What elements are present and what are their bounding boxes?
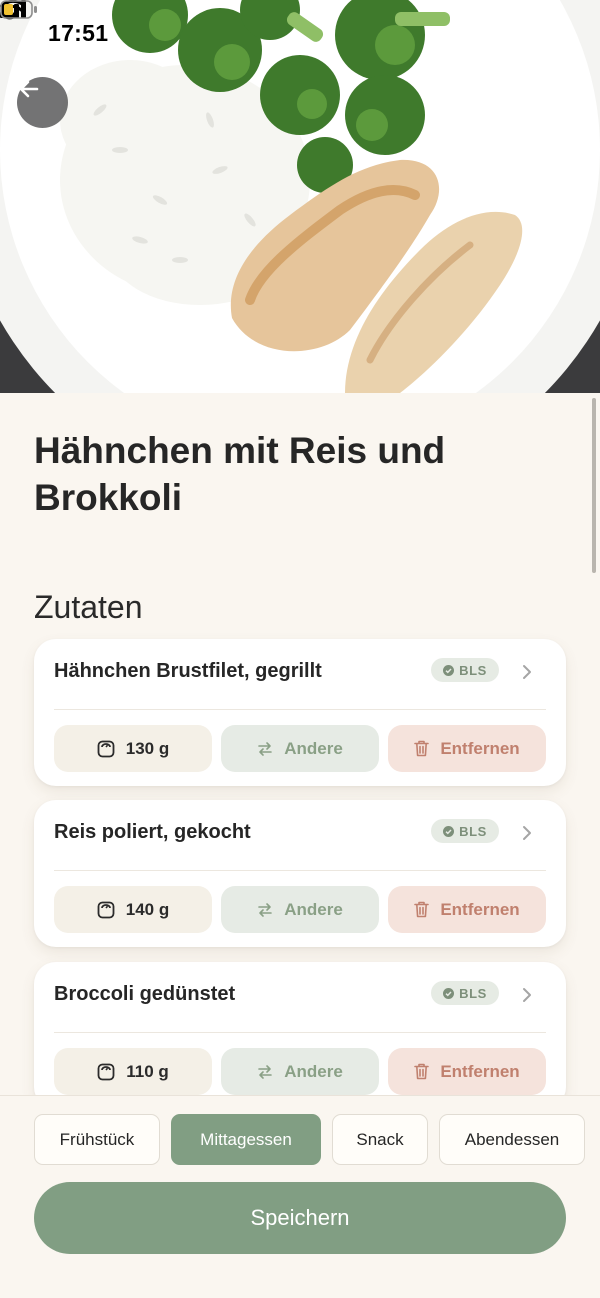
arrow-left-icon — [19, 80, 39, 98]
ingredient-card[interactable]: Broccoli gedünstet BLS 110 g Andere Entf… — [34, 962, 566, 1109]
ingredient-name[interactable]: Broccoli gedünstet — [54, 983, 235, 1006]
replace-button[interactable]: Andere — [221, 1048, 379, 1095]
check-circle-icon — [443, 825, 455, 837]
bls-badge: BLS — [431, 658, 499, 682]
remove-button[interactable]: Entfernen — [388, 1048, 546, 1095]
ingredient-actions: 110 g Andere Entfernen — [54, 1048, 546, 1095]
trash-icon — [414, 740, 430, 757]
swap-icon — [258, 741, 273, 756]
ingredient-name[interactable]: Reis poliert, gekocht — [54, 821, 251, 844]
ingredient-actions: 130 g Andere Entfernen — [54, 725, 546, 772]
status-time: 17:51 — [0, 1, 108, 47]
scale-icon — [97, 901, 115, 918]
bls-badge: BLS — [431, 981, 499, 1005]
tab-snack[interactable]: Snack — [332, 1114, 428, 1165]
divider — [54, 1032, 546, 1033]
status-bar: 17:51 — [0, 0, 600, 66]
trash-icon — [414, 1063, 430, 1080]
save-button[interactable]: Speichern — [34, 1182, 566, 1254]
scale-icon — [97, 1063, 115, 1080]
check-circle-icon — [443, 987, 455, 999]
swap-icon — [258, 902, 273, 917]
trash-icon — [414, 901, 430, 918]
back-button[interactable] — [17, 77, 68, 128]
chevron-right-icon[interactable] — [520, 984, 534, 1006]
ingredients-heading: Zutaten — [34, 589, 143, 625]
replace-button[interactable]: Andere — [221, 886, 379, 933]
scroll-indicator[interactable] — [592, 398, 596, 573]
battery-icon — [0, 0, 37, 19]
chevron-right-icon[interactable] — [520, 822, 534, 844]
amount-button[interactable]: 140 g — [54, 886, 212, 933]
ingredient-card[interactable]: Hähnchen Brustfilet, gegrillt BLS 130 g — [34, 639, 566, 786]
tab-fruehstueck[interactable]: Frühstück — [34, 1114, 160, 1165]
ingredient-name[interactable]: Hähnchen Brustfilet, gegrillt — [54, 660, 322, 683]
ingredient-actions: 140 g Andere Entfernen — [54, 886, 546, 933]
divider — [54, 870, 546, 871]
remove-button[interactable]: Entfernen — [388, 725, 546, 772]
tab-mittagessen[interactable]: Mittagessen — [171, 1114, 321, 1165]
remove-button[interactable]: Entfernen — [388, 886, 546, 933]
scale-icon — [97, 740, 115, 757]
page-title: Hähnchen mit Reis und Brokkoli — [34, 430, 446, 518]
divider — [54, 709, 546, 710]
check-circle-icon — [443, 664, 455, 676]
meal-photo: 17:51 — [0, 0, 600, 393]
replace-button[interactable]: Andere — [221, 725, 379, 772]
amount-button[interactable]: 110 g — [54, 1048, 212, 1095]
swap-icon — [258, 1064, 273, 1079]
ingredient-card[interactable]: Reis poliert, gekocht BLS 140 g Andere E… — [34, 800, 566, 947]
amount-button[interactable]: 130 g — [54, 725, 212, 772]
chevron-right-icon[interactable] — [520, 661, 534, 683]
bls-badge: BLS — [431, 819, 499, 843]
tab-abendessen[interactable]: Abendessen — [439, 1114, 585, 1165]
bottom-bar: Frühstück Mittagessen Snack Abendessen S… — [0, 1095, 600, 1298]
